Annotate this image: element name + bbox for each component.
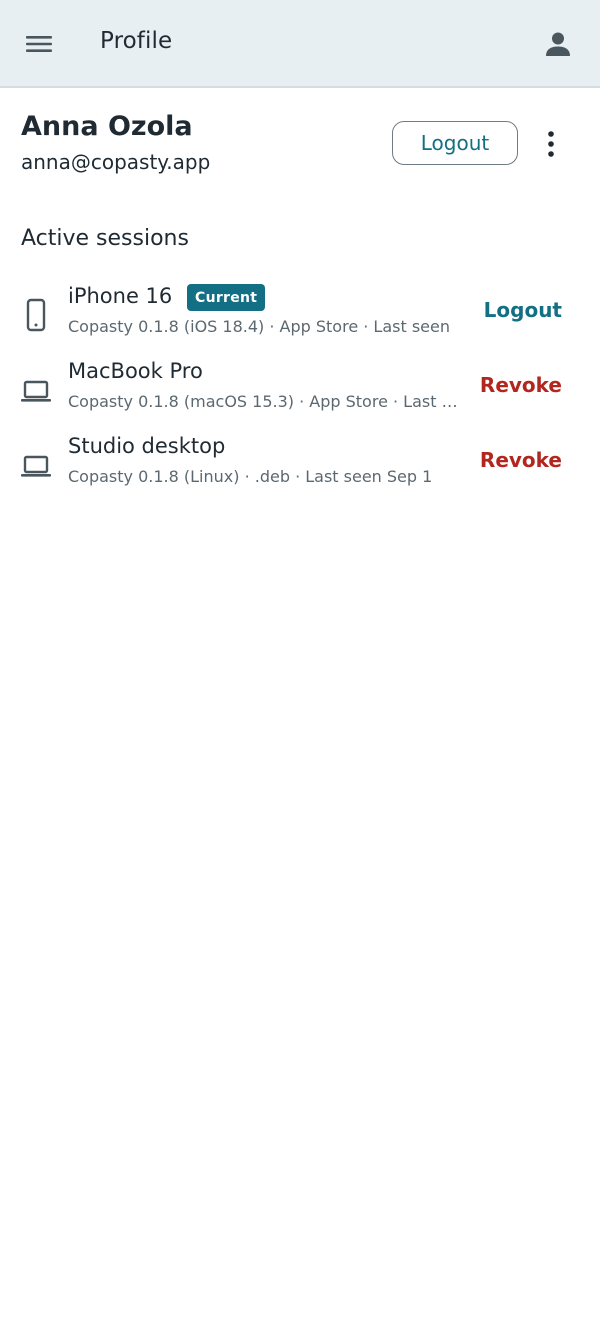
person-icon[interactable] — [544, 30, 572, 58]
session-revoke-button[interactable]: Revoke — [480, 448, 562, 472]
section-title-active-sessions: Active sessions — [21, 226, 189, 251]
session-device-name: iPhone 16 — [68, 284, 173, 308]
logout-button[interactable]: Logout — [392, 121, 518, 165]
session-logout-button[interactable]: Logout — [484, 298, 562, 322]
user-email: anna@copasty.app — [21, 150, 211, 174]
session-details: Copasty 0.1.8 (iOS 18.4) · App Store · L… — [68, 317, 450, 336]
hamburger-menu-icon[interactable] — [24, 30, 54, 58]
session-device-name: Studio desktop — [68, 434, 226, 458]
user-name: Anna Ozola — [21, 111, 193, 142]
session-row-macbook: MacBook Pro Copasty 0.1.8 (macOS 15.3) ·… — [0, 359, 600, 434]
laptop-icon — [21, 455, 51, 477]
laptop-icon — [21, 380, 51, 402]
session-device-name: MacBook Pro — [68, 359, 203, 383]
more-vertical-icon[interactable] — [538, 129, 564, 159]
session-details: Copasty 0.1.8 (macOS 15.3) · App Store ·… — [68, 392, 460, 411]
session-details: Copasty 0.1.8 (Linux) · .deb · Last seen… — [68, 467, 433, 486]
session-row-iphone: iPhone 16 Current Copasty 0.1.8 (iOS 18.… — [0, 284, 600, 359]
app-bar: Profile — [0, 0, 600, 88]
current-session-badge: Current — [187, 284, 266, 311]
smartphone-icon — [26, 298, 46, 332]
session-row-studio-desktop: Studio desktop Copasty 0.1.8 (Linux) · .… — [0, 434, 600, 509]
page-title: Profile — [100, 28, 173, 54]
session-revoke-button[interactable]: Revoke — [480, 373, 562, 397]
